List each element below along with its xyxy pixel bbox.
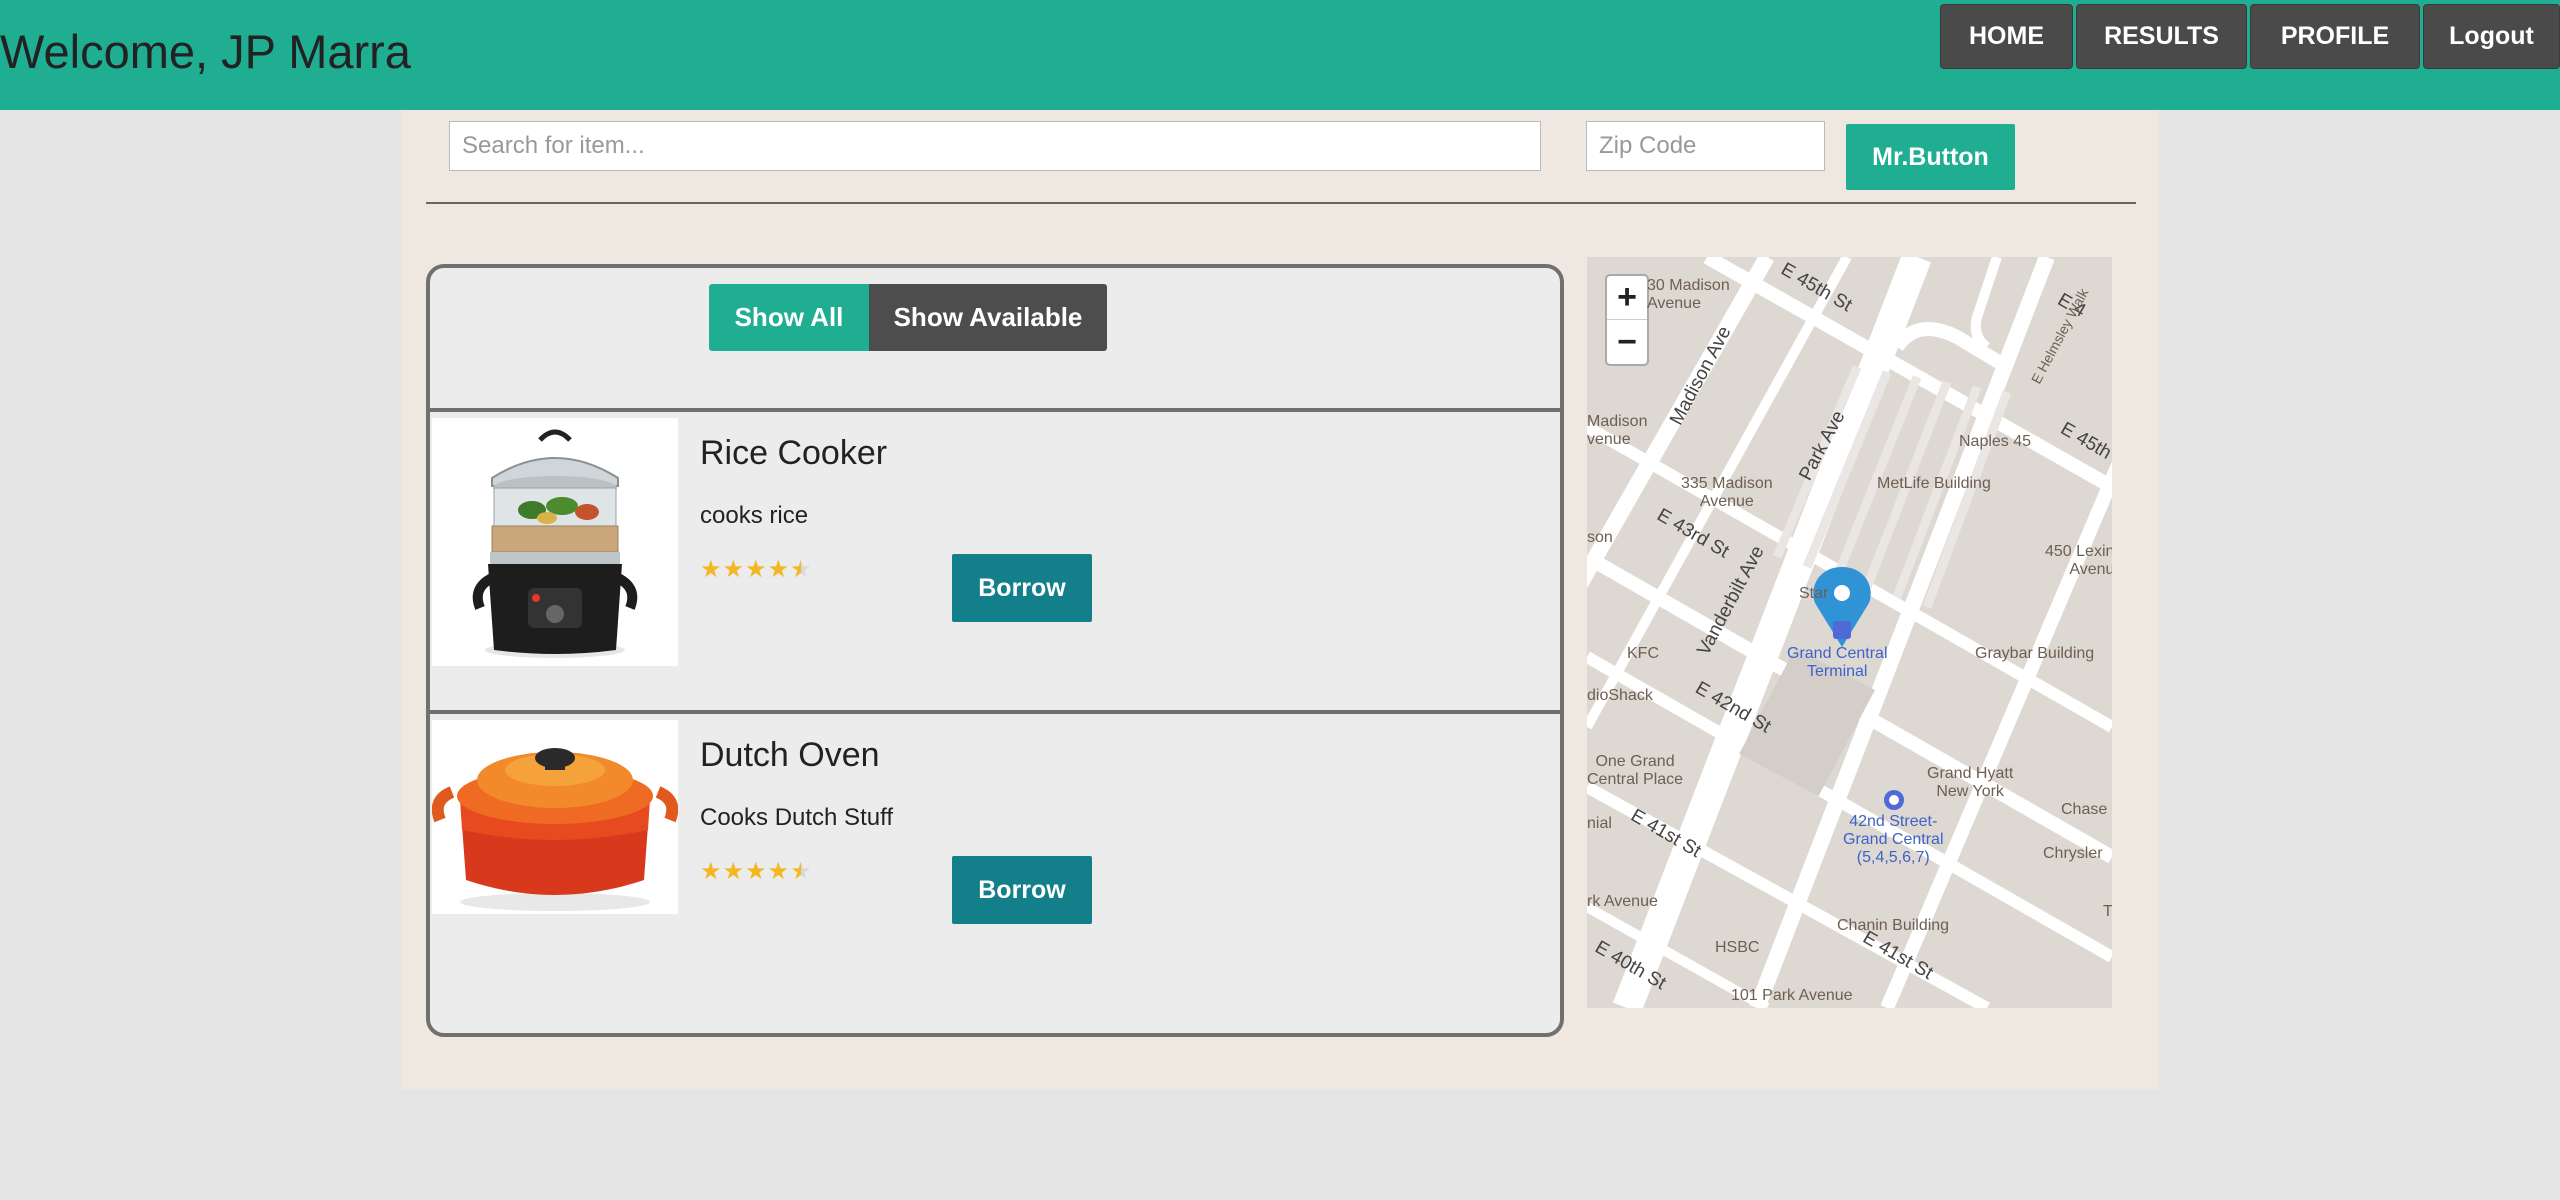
borrow-button[interactable]: Borrow [952, 856, 1092, 924]
half-star-icon: ★ [790, 858, 812, 885]
map-label: rk Avenue [1587, 893, 1658, 910]
search-button[interactable]: Mr.Button [1846, 124, 2015, 190]
map-label: Chase [2061, 801, 2108, 818]
filter-toggle: Show All Show Available [709, 284, 1107, 351]
star-icon: ★ [700, 556, 722, 583]
star-icon: ★ [745, 858, 767, 885]
list-item: Dutch Oven Cooks Dutch Stuff ★ ★ ★ ★ ★ B… [430, 710, 1560, 1010]
map-label: KFC [1627, 645, 1659, 662]
map[interactable]: + − 30 Madison Avenue E 45th St E 4 E He… [1587, 257, 2112, 1008]
header-bar: Welcome, JP Marra HOME RESULTS PROFILE L… [0, 0, 2560, 110]
show-available-button[interactable]: Show Available [869, 284, 1107, 351]
list-item: Rice Cooker cooks rice ★ ★ ★ ★ ★ Borrow [430, 408, 1560, 710]
nav-profile-button[interactable]: PROFILE [2250, 4, 2420, 69]
map-label: Graybar Building [1975, 645, 2095, 662]
map-label: Grand Hyatt New York [1927, 765, 2014, 800]
map-label: 30 Madison Avenue [1647, 277, 1730, 312]
star-icon: ★ [722, 858, 745, 885]
item-title: Rice Cooker [700, 434, 888, 472]
nav-results-button[interactable]: RESULTS [2076, 4, 2247, 69]
star-icon: ★ [722, 556, 745, 583]
map-label: 450 Lexin Avenu [2045, 543, 2112, 578]
map-label: nial [1587, 815, 1612, 832]
rice-cooker-image [432, 418, 678, 666]
star-icon: ★ [767, 858, 790, 885]
map-label: Star [1799, 585, 1829, 602]
zoom-out-button[interactable]: − [1607, 320, 1647, 364]
dutch-oven-image [432, 720, 678, 914]
map-label: One Grand Central Place [1587, 753, 1684, 788]
nav-home-button[interactable]: HOME [1940, 4, 2073, 69]
zoom-in-button[interactable]: + [1607, 276, 1647, 320]
star-icon: ★ [700, 858, 722, 885]
item-description: Cooks Dutch Stuff [700, 804, 893, 831]
zip-code-input[interactable] [1586, 121, 1825, 171]
map-label: HSBC [1715, 939, 1760, 956]
map-label: Chrysler [2043, 845, 2103, 862]
map-label: 42nd Street- Grand Central (5,4,5,6,7) [1843, 813, 1944, 866]
map-label: Grand Central Terminal [1787, 645, 1888, 680]
map-label: dioShack [1587, 687, 1653, 704]
divider [426, 202, 2136, 204]
borrow-button[interactable]: Borrow [952, 554, 1092, 622]
map-label: MetLife Building [1877, 475, 1991, 492]
map-label: Chanin Building [1837, 917, 1950, 934]
map-label: Naples 45 [1959, 433, 2032, 450]
nav-bar: HOME RESULTS PROFILE Logout [1937, 4, 2560, 69]
star-icon: ★ [767, 556, 790, 583]
item-title: Dutch Oven [700, 736, 880, 774]
half-star-icon: ★ [790, 556, 812, 583]
rating-stars: ★ ★ ★ ★ ★ [700, 558, 813, 582]
show-all-button[interactable]: Show All [709, 284, 869, 351]
map-label: 101 Park Avenue [1731, 987, 1853, 1004]
map-label: son [1587, 529, 1613, 546]
nav-logout-button[interactable]: Logout [2423, 4, 2560, 69]
rating-stars: ★ ★ ★ ★ ★ [700, 860, 813, 884]
results-box: Show All Show Available Rice Cooker cook… [426, 264, 1564, 1037]
star-icon: ★ [745, 556, 767, 583]
map-label: Madison venue [1587, 413, 1648, 448]
welcome-message: Welcome, JP Marra [0, 25, 411, 78]
search-input[interactable] [449, 121, 1541, 171]
map-label: T [2103, 903, 2112, 920]
item-description: cooks rice [700, 502, 809, 529]
map-label: 335 Madison Avenue [1681, 475, 1773, 510]
zoom-control: + − [1605, 274, 1649, 366]
